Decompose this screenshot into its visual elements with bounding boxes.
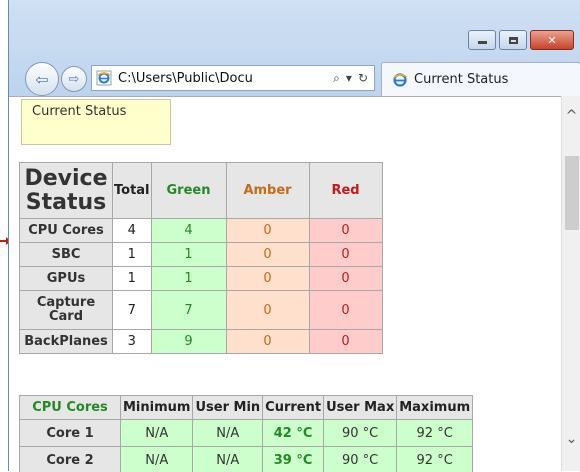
red-cell: 0 (309, 267, 382, 291)
cpu-cores-table: CPU Cores Minimum User Min Current User … (19, 395, 473, 472)
red-cell: 0 (309, 291, 382, 330)
table-row: Core 2 N/A N/A 39 °C 90 °C 92 °C (20, 447, 473, 472)
red-arrow-marker (0, 240, 8, 242)
row-label: CPU Cores (20, 219, 113, 243)
amber-cell: 0 (226, 330, 309, 354)
user-max-cell: 90 °C (324, 447, 397, 472)
header-minimum: Minimum (121, 396, 193, 420)
cpu-cores-header-row: CPU Cores Minimum User Min Current User … (20, 396, 473, 420)
address-tools: ⌕ ▾ ↻ (333, 71, 374, 86)
minimize-icon (478, 41, 487, 44)
header-red: Red (309, 163, 382, 219)
page-content: Current Status Device Status Total Green… (9, 96, 561, 472)
green-cell: 7 (151, 291, 226, 330)
chevron-up-icon: ^ (566, 108, 578, 124)
row-label: BackPlanes (20, 330, 113, 354)
maximize-icon (509, 37, 518, 44)
back-button[interactable]: ⇦ (25, 62, 59, 96)
maximize-button[interactable] (499, 30, 527, 50)
total-cell: 4 (113, 219, 152, 243)
ie-page-icon (96, 70, 112, 86)
chevron-down-icon: ⌄ (566, 431, 578, 447)
green-cell: 9 (151, 330, 226, 354)
current-cell: 39 °C (263, 447, 324, 472)
close-icon: ✕ (547, 34, 556, 47)
address-text: C:\Users\Public\Docu (118, 71, 333, 86)
green-cell: 1 (151, 243, 226, 267)
browser-tab[interactable]: Current Status (381, 62, 580, 96)
header-device-status: Device Status (20, 163, 113, 219)
header-cpu-cores: CPU Cores (20, 396, 121, 420)
minimum-cell: N/A (121, 420, 193, 447)
header-current: Current (263, 396, 324, 420)
tab-title: Current Status (414, 72, 508, 87)
header-amber: Amber (226, 163, 309, 219)
window-controls: ✕ (468, 30, 574, 50)
refresh-icon[interactable]: ↻ (358, 71, 368, 86)
close-button[interactable]: ✕ (530, 30, 574, 50)
row-label: Core 1 (20, 420, 121, 447)
red-cell: 0 (309, 219, 382, 243)
total-cell: 7 (113, 291, 152, 330)
minimum-cell: N/A (121, 447, 193, 472)
current-status-box: Current Status (21, 99, 171, 145)
vertical-scrollbar[interactable]: ^ ⌄ (561, 96, 580, 471)
amber-cell: 0 (226, 219, 309, 243)
header-green: Green (151, 163, 226, 219)
amber-cell: 0 (226, 243, 309, 267)
address-bar[interactable]: C:\Users\Public\Docu ⌕ ▾ ↻ (91, 65, 375, 91)
ie-tab-icon (392, 72, 408, 88)
device-status-header-row: Device Status Total Green Amber Red (20, 163, 383, 219)
navigation-bar: ⇦ ⇨ C:\Users\Public\Docu ⌕ ▾ ↻ (9, 62, 580, 96)
row-label: SBC (20, 243, 113, 267)
amber-cell: 0 (226, 291, 309, 330)
user-min-cell: N/A (193, 420, 263, 447)
back-arrow-icon: ⇦ (35, 70, 48, 89)
header-user-min: User Min (193, 396, 263, 420)
scroll-up-button[interactable]: ^ (562, 106, 580, 126)
total-cell: 3 (113, 330, 152, 354)
user-min-cell: N/A (193, 447, 263, 472)
red-cell: 0 (309, 330, 382, 354)
total-cell: 1 (113, 267, 152, 291)
row-label: Core 2 (20, 447, 121, 472)
table-row: Capture Card 7 7 0 0 (20, 291, 383, 330)
header-total: Total (113, 163, 152, 219)
browser-window: ✕ ⇦ ⇨ C:\Users\Public\Docu ⌕ ▾ ↻ (8, 0, 580, 471)
current-status-label: Current Status (32, 104, 126, 119)
total-cell: 1 (113, 243, 152, 267)
forward-arrow-icon: ⇨ (69, 72, 80, 87)
header-maximum: Maximum (397, 396, 473, 420)
row-label: GPUs (20, 267, 113, 291)
maximum-cell: 92 °C (397, 420, 473, 447)
amber-cell: 0 (226, 267, 309, 291)
table-row: Core 1 N/A N/A 42 °C 90 °C 92 °C (20, 420, 473, 447)
chevron-down-icon[interactable]: ▾ (346, 71, 352, 86)
device-status-table: Device Status Total Green Amber Red CPU … (19, 162, 383, 354)
scrollbar-thumb[interactable] (565, 156, 579, 230)
table-row: SBC 1 1 0 0 (20, 243, 383, 267)
minimize-button[interactable] (468, 30, 496, 50)
row-label: Capture Card (20, 291, 113, 330)
table-row: BackPlanes 3 9 0 0 (20, 330, 383, 354)
current-cell: 42 °C (263, 420, 324, 447)
user-max-cell: 90 °C (324, 420, 397, 447)
green-cell: 4 (151, 219, 226, 243)
table-row: GPUs 1 1 0 0 (20, 267, 383, 291)
maximum-cell: 92 °C (397, 447, 473, 472)
search-icon[interactable]: ⌕ (333, 71, 340, 86)
scroll-down-button[interactable]: ⌄ (562, 429, 580, 449)
table-row: CPU Cores 4 4 0 0 (20, 219, 383, 243)
header-user-max: User Max (324, 396, 397, 420)
red-cell: 0 (309, 243, 382, 267)
forward-button[interactable]: ⇨ (61, 66, 87, 92)
green-cell: 1 (151, 267, 226, 291)
